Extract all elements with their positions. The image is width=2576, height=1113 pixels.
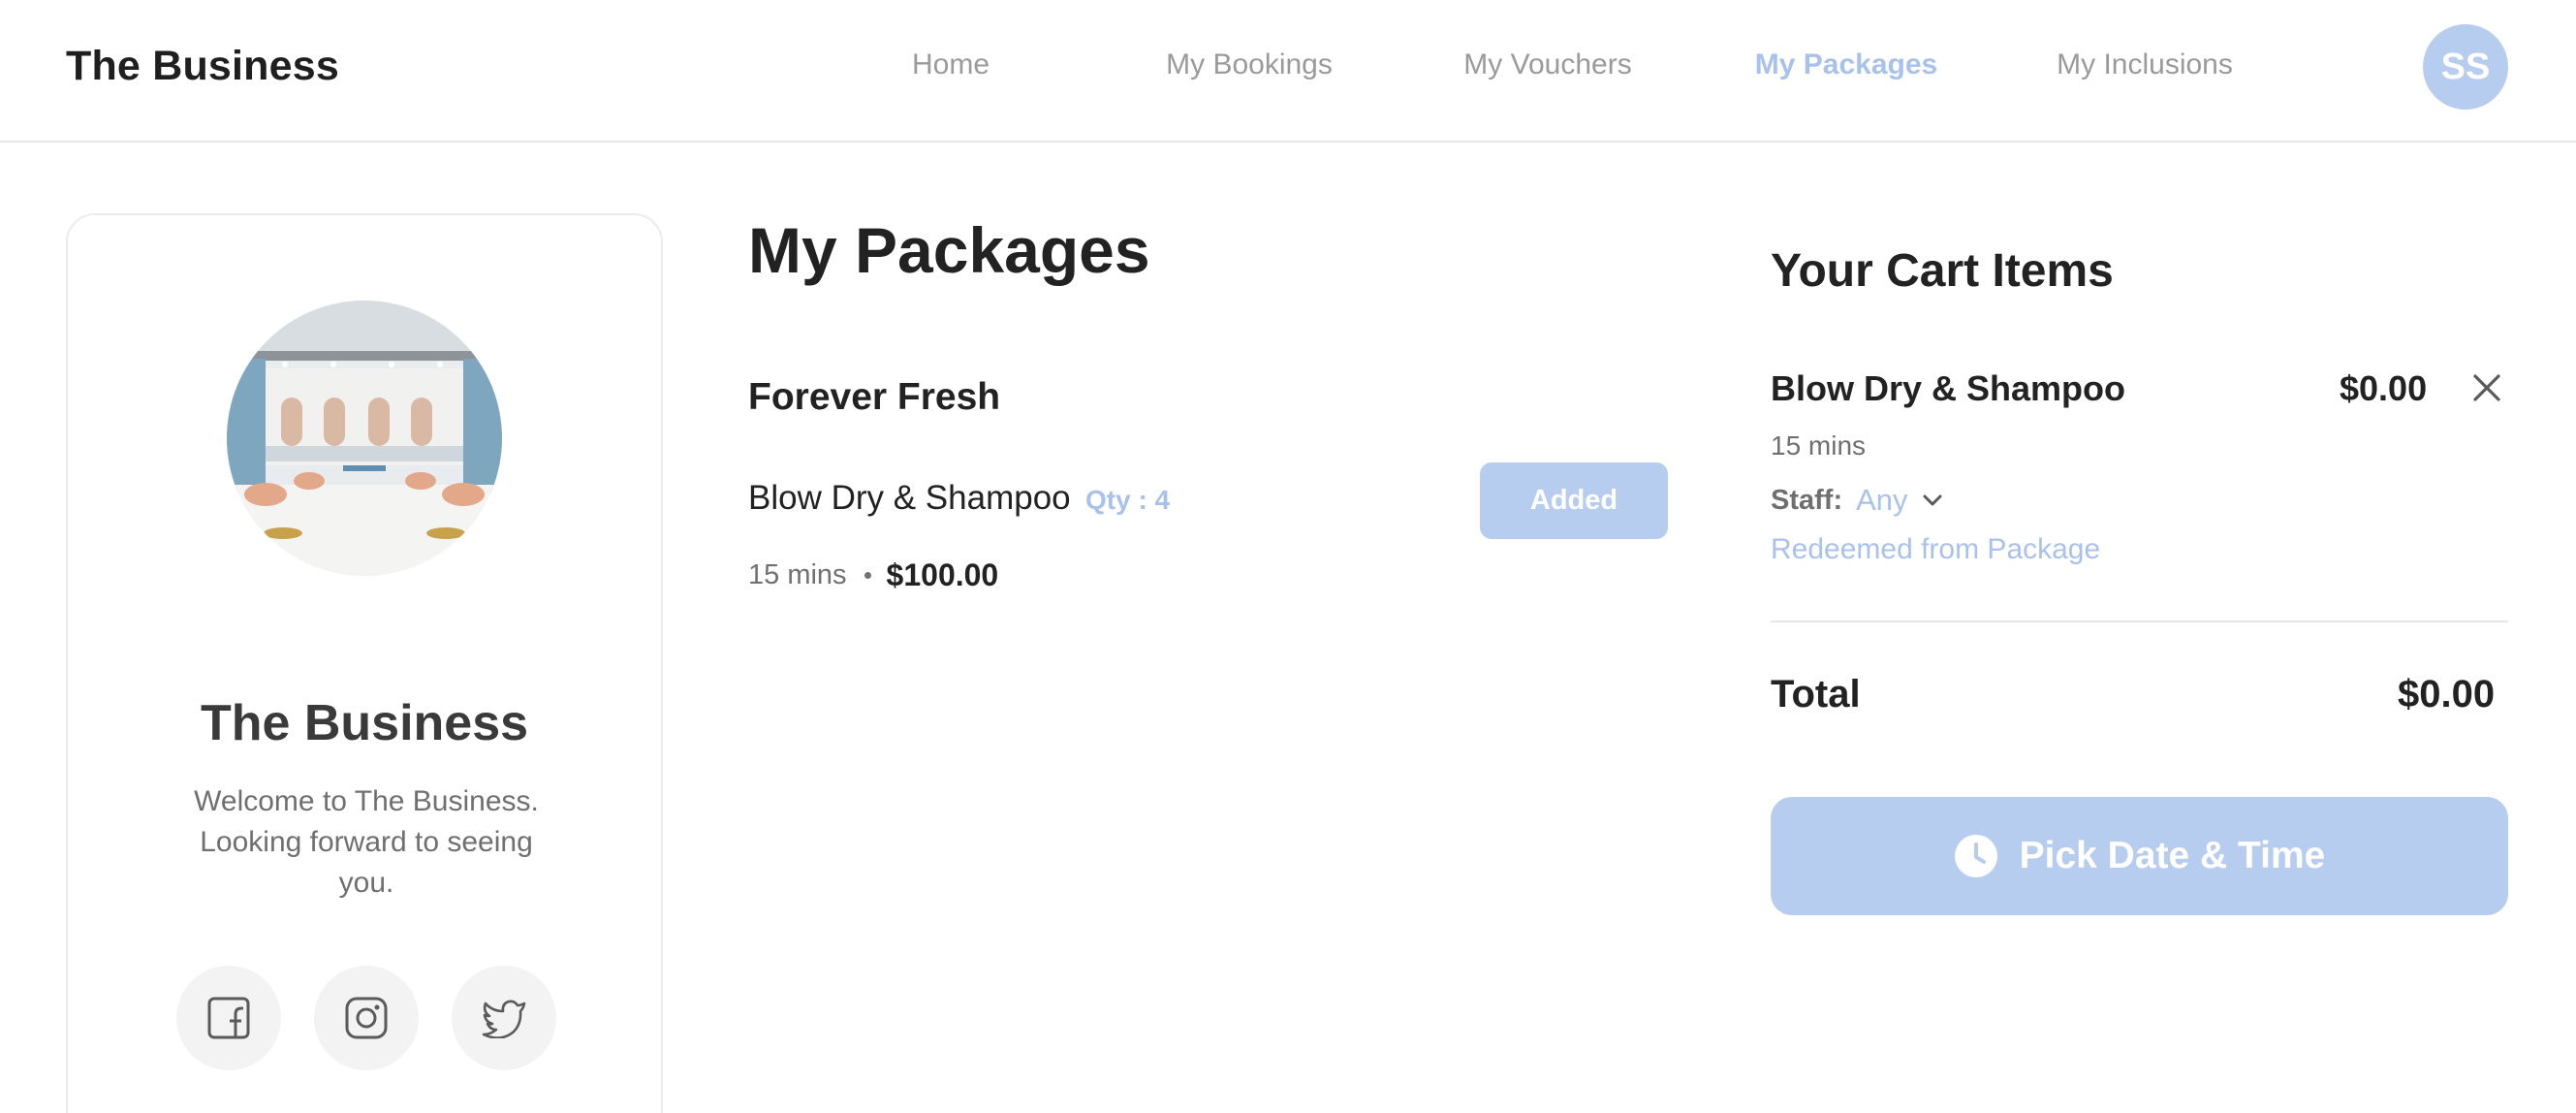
cart-item-price: $0.00 xyxy=(2340,368,2428,408)
facebook-icon xyxy=(207,997,250,1039)
page-title: My Packages xyxy=(748,214,1150,286)
separator-dot xyxy=(864,572,871,579)
total-value: $0.00 xyxy=(2398,673,2496,716)
business-profile-card: The Business Welcome to The Business. Lo… xyxy=(66,213,663,1113)
package-service-name: Blow Dry & Shampoo xyxy=(748,479,1071,517)
package-service-duration: 15 mins xyxy=(748,559,847,590)
twitter-icon xyxy=(482,1000,526,1038)
added-button[interactable]: Added xyxy=(1480,462,1668,539)
nav-my-packages[interactable]: My Packages xyxy=(1755,48,1937,81)
nav-my-bookings[interactable]: My Bookings xyxy=(1166,48,1333,81)
pick-date-time-label: Pick Date & Time xyxy=(2019,835,2326,876)
top-navbar: The Business Home My Bookings My Voucher… xyxy=(0,0,2576,143)
chevron-down-icon xyxy=(1923,494,1942,506)
pick-date-time-button[interactable]: Pick Date & Time xyxy=(1771,797,2508,915)
staff-label: Staff: xyxy=(1771,484,1843,516)
package-name: Forever Fresh xyxy=(748,376,1001,418)
staff-value: Any xyxy=(1856,483,1908,517)
clock-icon xyxy=(1954,835,1997,877)
close-icon xyxy=(2473,374,2500,401)
instagram-button[interactable] xyxy=(314,966,419,1070)
remove-item-button[interactable] xyxy=(2469,370,2504,405)
nav-my-inclusions[interactable]: My Inclusions xyxy=(2057,48,2233,81)
staff-select[interactable]: Any xyxy=(1856,483,1942,518)
business-description: Welcome to The Business. Looking forward… xyxy=(194,785,539,899)
facebook-button[interactable] xyxy=(176,966,281,1070)
staff-row: Staff: Any xyxy=(1771,483,1943,518)
cart-title: Your Cart Items xyxy=(1771,245,2114,297)
total-label: Total xyxy=(1771,673,1861,716)
package-service-meta: 15 mins $100.00 xyxy=(748,557,998,593)
brand-logo-text[interactable]: The Business xyxy=(66,43,339,90)
redeemed-note: Redeemed from Package xyxy=(1771,533,2101,565)
user-avatar[interactable]: SS xyxy=(2423,24,2508,110)
cart-divider xyxy=(1771,620,2508,622)
salon-photo xyxy=(227,301,502,576)
cart-item-name: Blow Dry & Shampoo xyxy=(1771,368,2126,408)
cart-item-duration: 15 mins xyxy=(1771,430,1867,461)
package-service-qty: Qty : 4 xyxy=(1085,485,1171,515)
business-name: The Business xyxy=(200,695,529,751)
twitter-button[interactable] xyxy=(452,966,556,1070)
nav-my-vouchers[interactable]: My Vouchers xyxy=(1463,48,1631,81)
package-service-price: $100.00 xyxy=(886,557,999,592)
instagram-icon xyxy=(345,997,388,1039)
nav-home[interactable]: Home xyxy=(912,48,990,81)
